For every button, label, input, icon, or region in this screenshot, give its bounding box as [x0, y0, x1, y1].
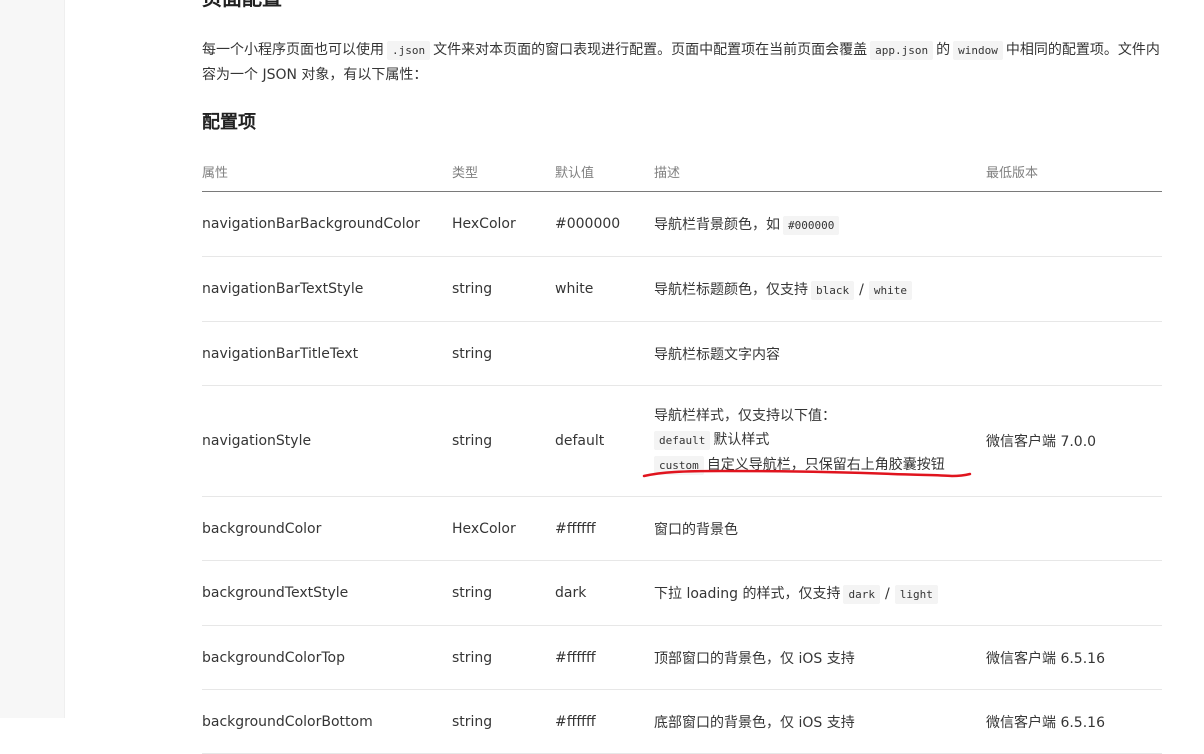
- cell-type: string: [452, 689, 555, 754]
- cell-default: #ffffff: [555, 689, 654, 754]
- desc-text-custom: 自定义导航栏，只保留右上角胶囊按钮: [706, 457, 945, 473]
- header-description: 描述: [654, 152, 986, 192]
- cell-min-version: 微信客户端 7.0.0: [986, 385, 1162, 497]
- cell-min-version: [986, 321, 1162, 386]
- cell-default: white: [555, 256, 654, 322]
- table-row: backgroundTextStyle string dark 下拉 loadi…: [202, 560, 1162, 626]
- cell-default: #000000: [555, 191, 654, 257]
- cell-property: backgroundColorBottom: [202, 689, 452, 754]
- cell-property: backgroundColorTop: [202, 625, 452, 690]
- intro-paragraph: 每一个小程序页面也可以使用 .json 文件来对本页面的窗口表现进行配置。页面中配置…: [202, 38, 1162, 87]
- cell-min-version: 微信客户端 6.5.16: [986, 625, 1162, 690]
- table-row: navigationBarTitleText string 导航栏标题文字内容: [202, 321, 1162, 386]
- cell-description: 顶部窗口的背景色，仅 iOS 支持: [654, 625, 986, 690]
- cell-type: HexColor: [452, 496, 555, 561]
- cell-min-version: [986, 256, 1162, 322]
- desc-text: 窗口的背景色: [654, 521, 738, 538]
- intro-text-2: 文件来对本页面的窗口表现进行配置。页面中配置项在当前页面会覆盖: [433, 42, 868, 58]
- page-heading: 页面配置: [202, 0, 282, 11]
- header-type: 类型: [452, 152, 555, 192]
- cell-min-version: [986, 191, 1162, 257]
- header-property: 属性: [202, 152, 452, 192]
- cell-type: HexColor: [452, 191, 555, 257]
- cell-default: #ffffff: [555, 496, 654, 561]
- cell-type: string: [452, 256, 555, 322]
- desc-code-custom: custom: [654, 456, 704, 475]
- table-row: backgroundColor HexColor #ffffff 窗口的背景色: [202, 496, 1162, 561]
- cell-property: navigationBarBackgroundColor: [202, 191, 452, 257]
- section-title: 配置项: [202, 112, 256, 133]
- desc-code-dark: dark: [843, 585, 880, 604]
- cell-property: navigationBarTitleText: [202, 321, 452, 386]
- cell-property: backgroundTextStyle: [202, 560, 452, 626]
- desc-line-2: default 默认样式: [654, 428, 986, 453]
- desc-code-white: white: [868, 281, 912, 300]
- table-header-row: 属性 类型 默认值 描述 最低版本: [202, 152, 1162, 192]
- cell-type: string: [452, 321, 555, 386]
- table-row: navigationStyle string default 导航栏样式，仅支持…: [202, 385, 1162, 497]
- header-min-version: 最低版本: [986, 152, 1162, 192]
- left-sidebar: [0, 0, 65, 718]
- desc-text: 顶部窗口的背景色，仅 iOS 支持: [654, 650, 855, 667]
- desc-code: #000000: [783, 216, 840, 235]
- cell-property: navigationStyle: [202, 385, 452, 497]
- table-row: backgroundColorBottom string #ffffff 底部窗…: [202, 689, 1162, 754]
- cell-property: backgroundColor: [202, 496, 452, 561]
- desc-text: 下拉 loading 的样式，仅支持: [654, 586, 841, 602]
- config-table: 属性 类型 默认值 描述 最低版本 navigationBarBackgroun…: [202, 152, 1162, 754]
- cell-type: string: [452, 385, 555, 497]
- desc-separator: /: [884, 586, 890, 602]
- intro-text-3: 的: [936, 42, 951, 58]
- cell-description: 下拉 loading 的样式，仅支持 dark / light: [654, 560, 986, 626]
- desc-code-black: black: [811, 281, 855, 300]
- cell-min-version: [986, 496, 1162, 561]
- intro-code-window: window: [953, 41, 1003, 60]
- cell-description: 导航栏样式，仅支持以下值： default 默认样式 custom 自定义导航栏，只…: [654, 385, 986, 497]
- cell-description: 底部窗口的背景色，仅 iOS 支持: [654, 689, 986, 754]
- desc-text: 导航栏标题颜色，仅支持: [654, 282, 808, 298]
- desc-code-default: default: [654, 431, 711, 450]
- cell-default: #ffffff: [555, 625, 654, 690]
- cell-default: [555, 321, 654, 386]
- cell-default: default: [555, 385, 654, 497]
- intro-code-json: .json: [387, 41, 431, 60]
- table-row: backgroundColorTop string #ffffff 顶部窗口的背…: [202, 625, 1162, 690]
- header-default: 默认值: [555, 152, 654, 192]
- intro-text-1: 每一个小程序页面也可以使用: [202, 42, 384, 58]
- cell-property: navigationBarTextStyle: [202, 256, 452, 322]
- desc-text: 导航栏背景颜色，如: [654, 217, 780, 233]
- cell-type: string: [452, 625, 555, 690]
- cell-description: 导航栏标题颜色，仅支持 black / white: [654, 256, 986, 322]
- desc-text: 底部窗口的背景色，仅 iOS 支持: [654, 714, 855, 731]
- cell-description: 窗口的背景色: [654, 496, 986, 561]
- cell-default: dark: [555, 560, 654, 626]
- desc-code-light: light: [894, 585, 938, 604]
- cell-type: string: [452, 560, 555, 626]
- cell-min-version: 微信客户端 6.5.16: [986, 689, 1162, 754]
- desc-line-1: 导航栏样式，仅支持以下值：: [654, 408, 836, 424]
- table-row: navigationBarTextStyle string white 导航栏标…: [202, 256, 1162, 322]
- intro-code-app-json: app.json: [870, 41, 934, 60]
- cell-description: 导航栏背景颜色，如 #000000: [654, 191, 986, 257]
- desc-line-3: custom 自定义导航栏，只保留右上角胶囊按钮: [654, 453, 986, 478]
- desc-separator: /: [859, 282, 864, 298]
- cell-description: 导航栏标题文字内容: [654, 321, 986, 386]
- table-row: navigationBarBackgroundColor HexColor #0…: [202, 191, 1162, 257]
- cell-min-version: [986, 560, 1162, 626]
- desc-text: 导航栏标题文字内容: [654, 346, 780, 363]
- desc-text-default: 默认样式: [713, 432, 770, 448]
